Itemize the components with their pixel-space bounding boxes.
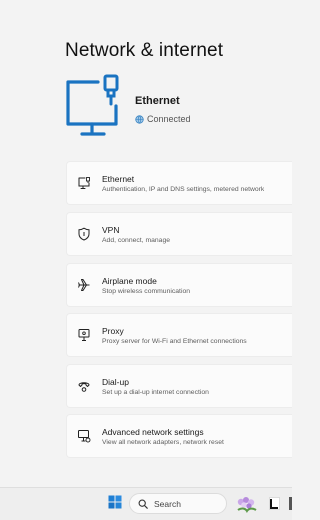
dialup-icon <box>78 382 90 392</box>
shield-icon <box>78 227 90 241</box>
taskbar-app-edge[interactable] <box>289 497 292 510</box>
advanced-desc: View all network adapters, network reset <box>102 438 224 446</box>
advanced-network-icon <box>78 430 91 443</box>
ethernet-icon <box>78 177 90 189</box>
proxy-icon <box>78 329 90 341</box>
airplane-icon <box>78 279 90 291</box>
dialup-desc: Set up a dial-up internet connection <box>102 388 209 396</box>
proxy-desc: Proxy server for Wi-Fi and Ethernet conn… <box>102 337 247 345</box>
flower-icon[interactable] <box>234 495 260 513</box>
search-placeholder: Search <box>154 498 181 509</box>
page-title: Network & internet <box>65 40 224 61</box>
airplane-desc: Stop wireless communication <box>102 287 191 295</box>
vpn-settings-item[interactable]: VPN Add, connect, manage <box>66 212 292 256</box>
app-icon[interactable] <box>269 497 280 510</box>
windows-logo-icon[interactable] <box>108 495 122 509</box>
taskbar-search[interactable]: Search <box>129 493 227 514</box>
connection-status-text: Connected <box>147 114 191 124</box>
proxy-settings-item[interactable]: Proxy Proxy server for Wi-Fi and Etherne… <box>66 313 292 357</box>
ethernet-monitor-icon <box>66 74 119 136</box>
vpn-label: VPN <box>102 224 120 235</box>
dialup-label: Dial-up <box>102 376 129 387</box>
ethernet-label: Ethernet <box>102 173 135 184</box>
vpn-desc: Add, connect, manage <box>102 236 171 244</box>
connection-status: Connected <box>135 114 191 124</box>
dialup-settings-item[interactable]: Dial-up Set up a dial-up internet connec… <box>66 364 292 408</box>
search-icon <box>138 499 148 509</box>
globe-icon <box>135 114 144 124</box>
advanced-network-item[interactable]: Advanced network settings View all netwo… <box>66 414 292 458</box>
ethernet-settings-item[interactable]: Ethernet Authentication, IP and DNS sett… <box>66 161 292 205</box>
proxy-label: Proxy <box>102 325 124 336</box>
connection-name: Ethernet <box>135 95 180 107</box>
advanced-label: Advanced network settings <box>102 426 204 437</box>
ethernet-desc: Authentication, IP and DNS settings, met… <box>102 185 265 193</box>
airplane-mode-item[interactable]: Airplane mode Stop wireless communicatio… <box>66 263 292 307</box>
airplane-label: Airplane mode <box>102 275 157 286</box>
